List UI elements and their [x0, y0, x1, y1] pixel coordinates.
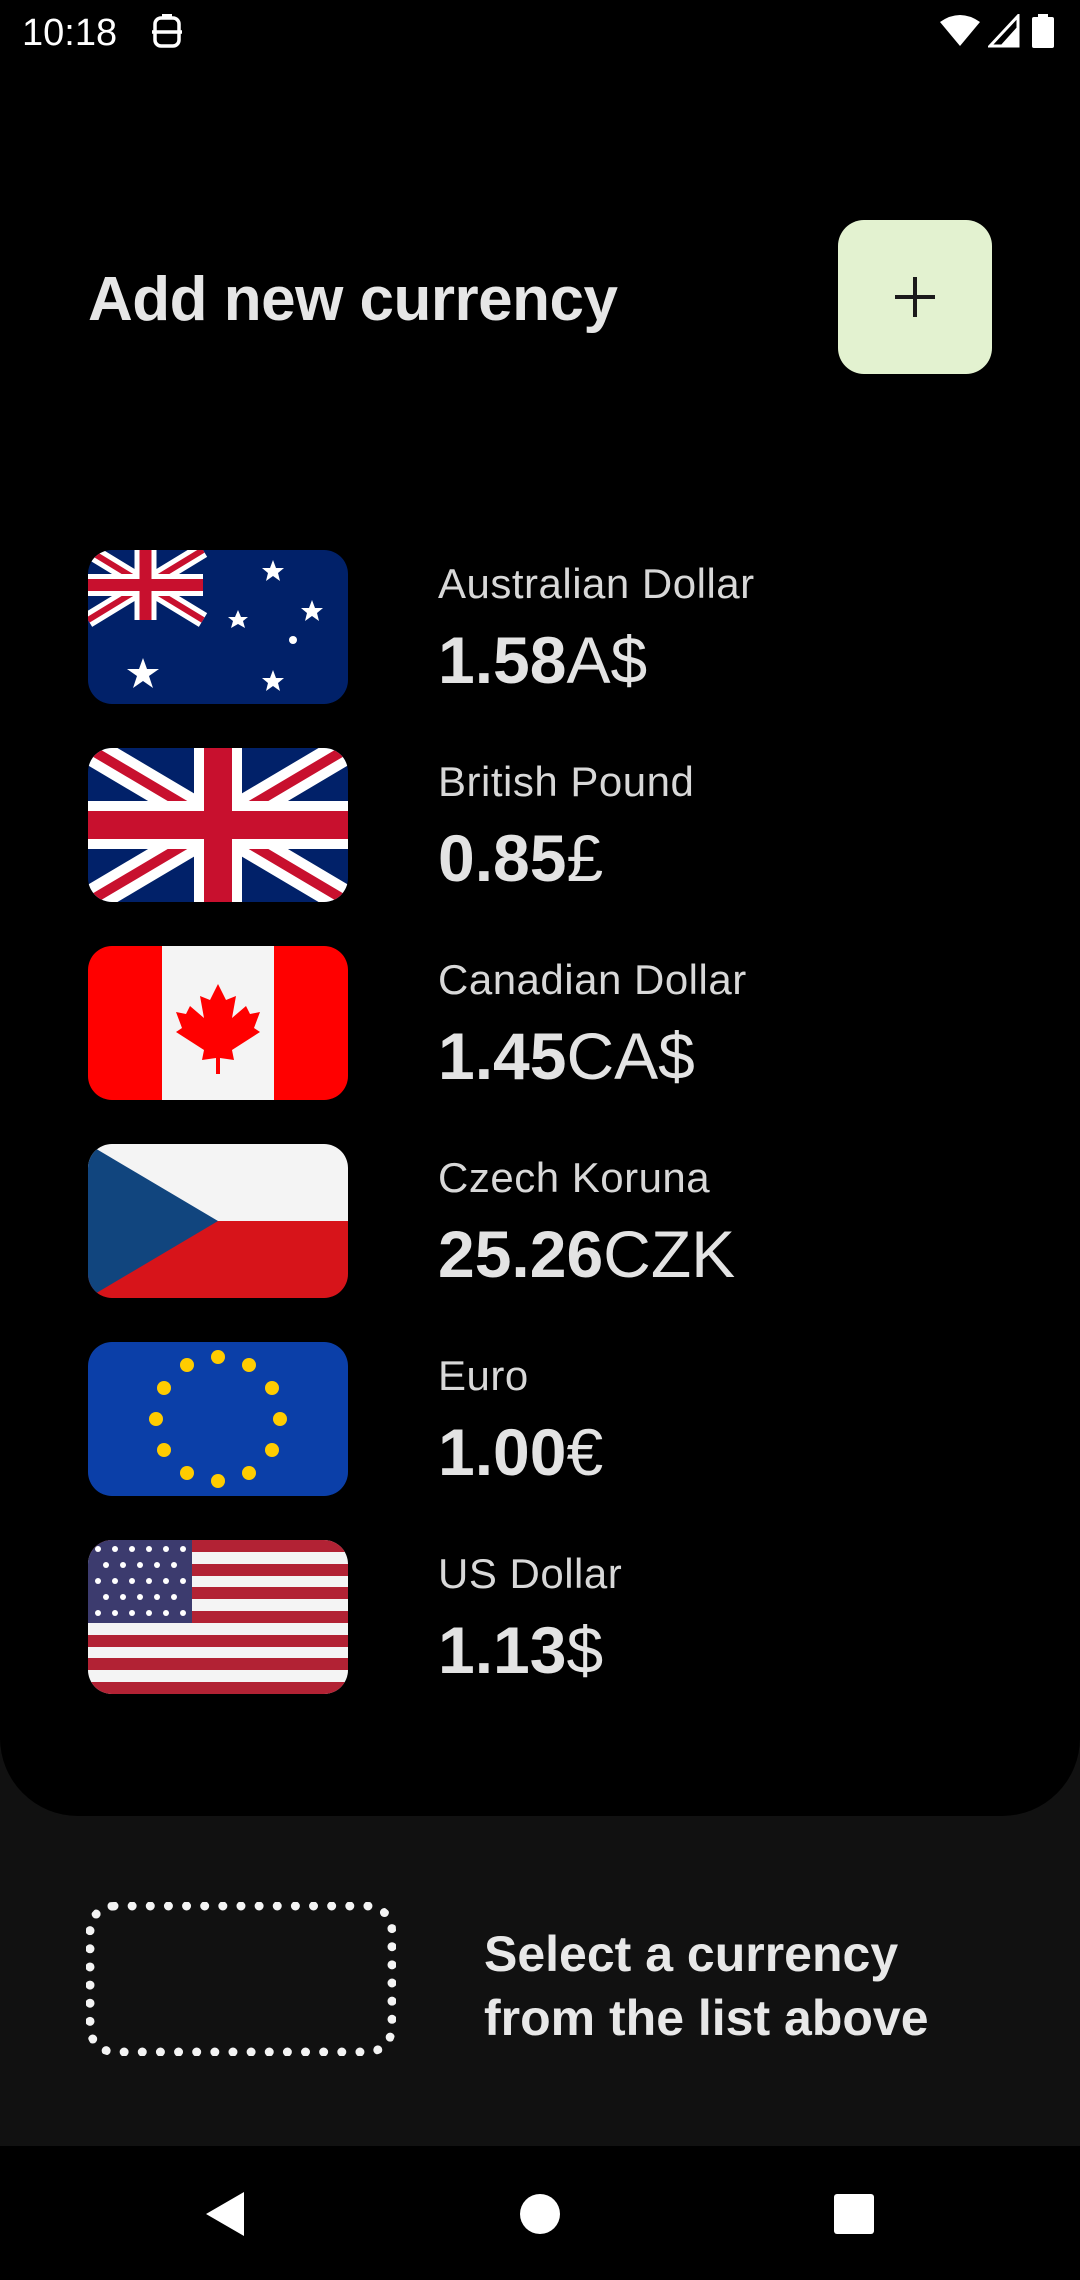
- czech-flag-icon: [88, 1144, 348, 1298]
- canada-flag-icon: [88, 946, 348, 1100]
- currency-name: Canadian Dollar: [438, 956, 747, 1003]
- rate-value: 1.58: [438, 623, 567, 697]
- currency-panel: Add new currency Australian Dollar 1.58A…: [0, 66, 1080, 1816]
- back-icon[interactable]: [198, 2186, 254, 2242]
- selection-panel: Select a currency from the list above: [0, 1816, 1080, 2146]
- currency-rate: 1.58A$: [438, 622, 647, 698]
- us-flag-icon: [88, 1540, 348, 1694]
- currency-item-czk[interactable]: Czech Koruna 25.26CZK: [0, 1144, 1080, 1298]
- wifi-icon: [940, 15, 980, 46]
- selected-currency-slot[interactable]: [86, 1902, 396, 2056]
- currency-name: British Pound: [438, 758, 695, 805]
- rate-symbol: $: [566, 1613, 604, 1687]
- rate-symbol: €: [566, 1415, 604, 1489]
- currency-name: Australian Dollar: [438, 560, 755, 607]
- navigation-bar: [0, 2146, 1080, 2280]
- rate-value: 1.00: [438, 1415, 567, 1489]
- eu-flag-icon: [88, 1342, 348, 1496]
- battery-icon: [1032, 14, 1054, 48]
- notification-app-icon: [152, 14, 182, 48]
- selection-hint: Select a currency from the list above: [484, 1926, 929, 2046]
- currency-name: Euro: [438, 1352, 529, 1399]
- status-icons: [940, 14, 1080, 50]
- status-bar: 10:18: [0, 0, 1080, 66]
- currency-rate: 1.13$: [438, 1612, 603, 1688]
- currency-item-usd[interactable]: US Dollar 1.13$: [0, 1540, 1080, 1694]
- rate-value: 1.13: [438, 1613, 567, 1687]
- rate-value: 1.45: [438, 1019, 567, 1093]
- uk-flag-icon: [88, 748, 348, 902]
- currency-name: Czech Koruna: [438, 1154, 711, 1201]
- currency-rate: 1.45CA$: [438, 1018, 695, 1094]
- rate-symbol: A$: [566, 623, 648, 697]
- currency-rate: 25.26CZK: [438, 1216, 735, 1292]
- recents-icon[interactable]: [826, 2186, 882, 2242]
- status-time: 10:18: [22, 12, 118, 54]
- rate-symbol: £: [566, 821, 604, 895]
- signal-icon: [988, 14, 1020, 48]
- currency-item-gbp[interactable]: British Pound 0.85£: [0, 748, 1080, 902]
- rate-symbol: CZK: [603, 1217, 736, 1291]
- add-currency-button[interactable]: [838, 220, 992, 374]
- rate-symbol: CA$: [566, 1019, 695, 1093]
- currency-name: US Dollar: [438, 1550, 623, 1597]
- currency-rate: 0.85£: [438, 820, 603, 896]
- plus-icon: [895, 277, 935, 317]
- currency-rate: 1.00€: [438, 1414, 603, 1490]
- rate-value: 0.85: [438, 821, 567, 895]
- currency-item-cad[interactable]: Canadian Dollar 1.45CA$: [0, 946, 1080, 1100]
- currency-item-aud[interactable]: Australian Dollar 1.58A$: [0, 550, 1080, 704]
- page-title: Add new currency: [88, 265, 618, 334]
- currency-item-eur[interactable]: Euro 1.00€: [0, 1342, 1080, 1496]
- home-icon[interactable]: [512, 2186, 568, 2242]
- rate-value: 25.26: [438, 1217, 604, 1291]
- australia-flag-icon: [88, 550, 348, 704]
